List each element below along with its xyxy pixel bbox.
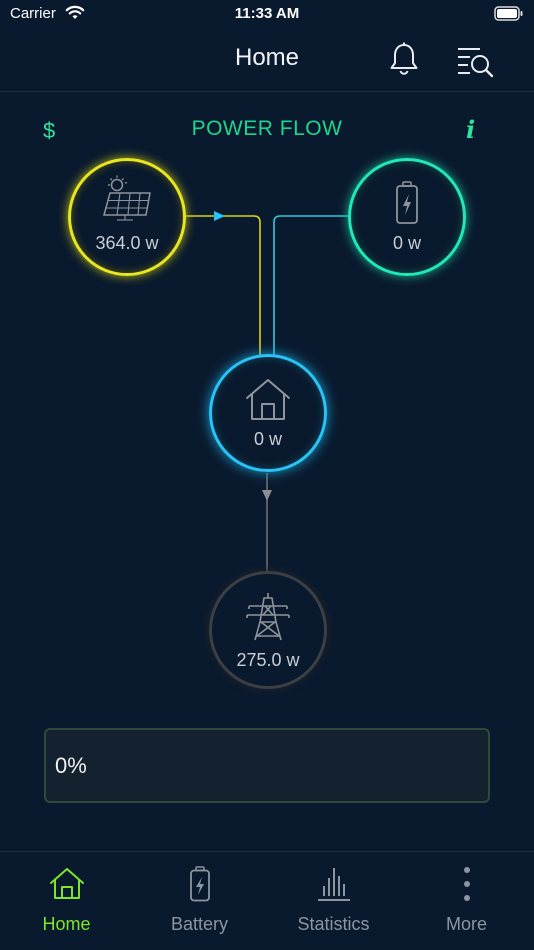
tab-bar: Home Battery Statistics More xyxy=(0,851,534,950)
power-tower-icon xyxy=(212,592,324,647)
solar-node[interactable]: 364.0 w xyxy=(68,158,186,276)
grid-node[interactable]: 275.0 w xyxy=(209,571,327,689)
tab-home[interactable]: Home xyxy=(0,852,133,950)
tab-battery-label: Battery xyxy=(170,914,229,934)
tab-more-label: More xyxy=(445,914,487,934)
state-of-charge-text: 0% xyxy=(55,753,87,778)
statistics-icon xyxy=(267,866,400,907)
solar-panel-icon xyxy=(71,175,183,226)
home-node[interactable]: 0 w xyxy=(209,354,327,472)
home-power-value: 0 w xyxy=(253,429,282,449)
house-icon xyxy=(212,377,324,426)
state-of-charge-bar: 0% xyxy=(44,728,490,803)
app-screen: Carrier 11:33 AM Home $ POWER FLOW i 364… xyxy=(0,0,534,950)
tab-statistics[interactable]: Statistics xyxy=(267,852,400,950)
battery-icon xyxy=(351,181,463,230)
battery-node[interactable]: 0 w xyxy=(348,158,466,276)
grid-power-value: 275.0 w xyxy=(236,650,300,670)
tab-more[interactable]: More xyxy=(400,852,533,950)
tab-home-label: Home xyxy=(42,914,91,934)
battery-tab-icon xyxy=(133,866,266,907)
more-icon xyxy=(400,866,533,907)
home-icon xyxy=(0,866,133,905)
battery-power-value: 0 w xyxy=(392,233,421,253)
solar-power-value: 364.0 w xyxy=(95,233,159,253)
tab-statistics-label: Statistics xyxy=(297,914,370,934)
tab-battery[interactable]: Battery xyxy=(133,852,266,950)
